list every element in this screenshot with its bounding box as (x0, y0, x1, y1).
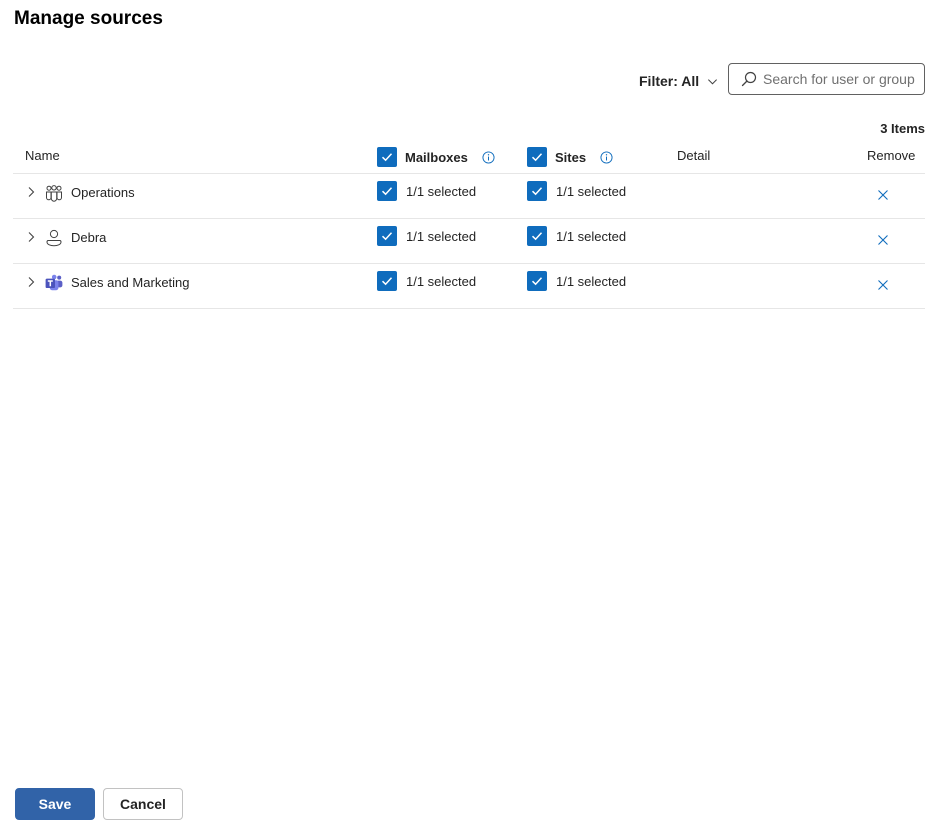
chevron-right-icon[interactable] (26, 186, 36, 198)
save-button[interactable]: Save (15, 788, 95, 820)
column-header-detail: Detail (677, 148, 711, 163)
mailboxes-header-label: Mailboxes (405, 149, 468, 165)
checkmark-icon (381, 153, 393, 162)
person-icon (46, 229, 62, 247)
checkmark-icon (531, 187, 543, 196)
table-row[interactable]: Sales and Marketing 1/1 selected 1/1 sel… (13, 264, 925, 308)
checkmark-icon (381, 277, 393, 286)
column-header-sites: Sites (527, 147, 613, 167)
info-icon[interactable] (482, 150, 495, 164)
column-header-mailboxes: Mailboxes (377, 147, 495, 167)
checkmark-icon (531, 153, 543, 162)
info-icon[interactable] (600, 150, 613, 164)
search-input[interactable] (763, 71, 923, 87)
items-count: 3 Items (880, 121, 925, 136)
column-header-remove: Remove (867, 148, 916, 163)
sites-checkbox[interactable] (527, 226, 547, 246)
search-icon (741, 71, 757, 87)
checkmark-icon (381, 187, 393, 196)
teams-icon (45, 274, 63, 291)
row-mailboxes-cell: 1/1 selected (377, 226, 476, 246)
manage-sources-panel: Manage sources Filter: All 3 Items Name … (0, 0, 936, 822)
select-all-mailboxes-checkbox[interactable] (377, 147, 397, 167)
group-icon (46, 185, 62, 202)
filter-dropdown[interactable]: Filter: All (639, 73, 718, 89)
mailboxes-selection-text: 1/1 selected (406, 228, 477, 244)
sites-selection-text: 1/1 selected (556, 228, 627, 244)
chevron-right-icon[interactable] (26, 231, 36, 243)
checkmark-icon (381, 232, 393, 241)
row-name: Operations (71, 185, 135, 200)
sites-checkbox[interactable] (527, 271, 547, 291)
select-all-sites-checkbox[interactable] (527, 147, 547, 167)
table-divider (13, 308, 925, 309)
mailboxes-selection-text: 1/1 selected (406, 273, 477, 289)
mailboxes-checkbox[interactable] (377, 271, 397, 291)
chevron-down-icon (708, 78, 718, 85)
mailboxes-selection-text: 1/1 selected (406, 183, 477, 199)
page-title: Manage sources (14, 8, 163, 29)
search-box[interactable] (728, 63, 925, 95)
chevron-right-icon[interactable] (26, 276, 36, 288)
sites-selection-text: 1/1 selected (556, 273, 627, 289)
checkmark-icon (531, 277, 543, 286)
cancel-button[interactable]: Cancel (103, 788, 183, 820)
remove-icon[interactable] (877, 234, 889, 246)
filter-label: Filter: All (639, 73, 700, 89)
row-mailboxes-cell: 1/1 selected (377, 271, 476, 291)
table-row[interactable]: Debra 1/1 selected 1/1 selected (13, 219, 925, 263)
row-mailboxes-cell: 1/1 selected (377, 181, 476, 201)
row-sites-cell: 1/1 selected (527, 271, 626, 291)
sites-header-label: Sites (555, 149, 587, 165)
row-sites-cell: 1/1 selected (527, 181, 626, 201)
mailboxes-checkbox[interactable] (377, 181, 397, 201)
mailboxes-checkbox[interactable] (377, 226, 397, 246)
remove-icon[interactable] (877, 189, 889, 201)
sites-selection-text: 1/1 selected (556, 183, 627, 199)
sites-checkbox[interactable] (527, 181, 547, 201)
remove-icon[interactable] (877, 279, 889, 291)
row-name: Sales and Marketing (71, 275, 190, 290)
table-row[interactable]: Operations 1/1 selected 1/1 selected (13, 174, 925, 218)
checkmark-icon (531, 232, 543, 241)
row-name: Debra (71, 230, 107, 245)
row-sites-cell: 1/1 selected (527, 226, 626, 246)
column-header-name: Name (25, 148, 60, 163)
